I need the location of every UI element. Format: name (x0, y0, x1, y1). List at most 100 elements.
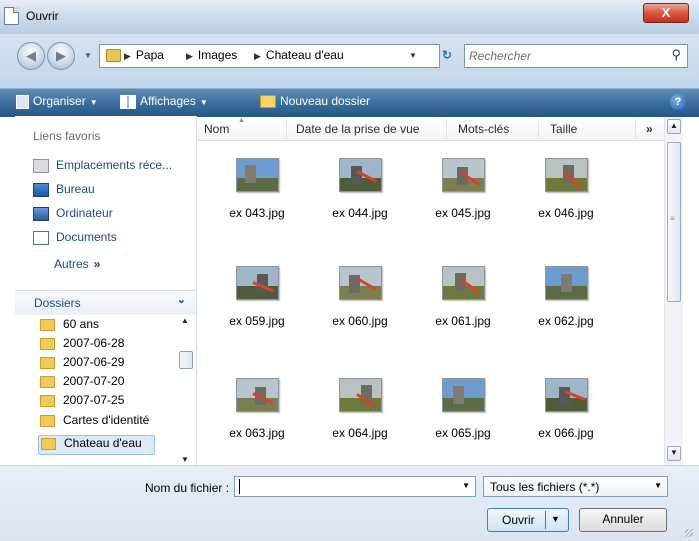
photo-thumbnail-icon (545, 158, 588, 192)
scroll-down-icon[interactable]: ▼ (667, 446, 681, 461)
organiser-button[interactable]: Organiser ▼ (16, 94, 98, 109)
favorite-ordinateur[interactable]: Ordinateur (33, 206, 113, 224)
folder-icon (40, 375, 55, 388)
favorite-bureau[interactable]: Bureau (33, 182, 95, 200)
file-name: ex 059.jpg (229, 314, 285, 328)
views-icon (120, 94, 136, 109)
folder-item[interactable]: 2007-06-29 (40, 355, 124, 373)
scroll-down-icon[interactable]: ▼ (181, 455, 189, 464)
back-button[interactable]: ◀ (17, 42, 45, 70)
folder-item[interactable]: Cartes d'identité (40, 413, 149, 431)
window-title: Ouvrir (26, 9, 59, 23)
column-mots-cles[interactable]: Mots-clés (458, 122, 509, 136)
folder-tree-scrollbar[interactable]: ▲ ▼ (178, 315, 193, 465)
chevron-down-icon[interactable]: ⌄ (177, 293, 186, 306)
column-taille[interactable]: Taille (550, 122, 577, 136)
file-name: ex 060.jpg (332, 314, 388, 328)
favorite-documents[interactable]: Documents (33, 230, 117, 248)
scroll-thumb[interactable] (179, 351, 193, 369)
folders-header[interactable]: Dossiers ⌄ (15, 290, 196, 315)
scroll-up-icon[interactable]: ▲ (181, 316, 189, 325)
file-name: ex 046.jpg (538, 206, 594, 220)
file-name: ex 062.jpg (538, 314, 594, 328)
photo-thumbnail-icon (339, 378, 382, 412)
refresh-icon[interactable]: ↻ (436, 45, 458, 66)
search-placeholder: Rechercher (469, 49, 532, 63)
file-tile[interactable]: ex 059.jpg (212, 266, 302, 352)
forward-button[interactable]: ▶ (47, 42, 75, 70)
file-name: ex 063.jpg (229, 426, 285, 440)
file-name: ex 061.jpg (435, 314, 491, 328)
breadcrumb-papa[interactable]: ▶ Papa (124, 48, 164, 62)
file-tile[interactable]: ex 061.jpg (418, 266, 508, 352)
file-name: ex 066.jpg (538, 426, 594, 440)
breadcrumb-chateau-deau[interactable]: ▶ Chateau d'eau (254, 48, 344, 62)
documents-icon (33, 230, 49, 245)
address-bar[interactable]: ▶ Papa ▶ Images ▶ Chateau d'eau ▼ (99, 44, 440, 68)
folder-icon (40, 318, 55, 331)
folders-header-label: Dossiers (34, 296, 81, 310)
file-name: ex 044.jpg (332, 206, 388, 220)
file-tile[interactable]: ex 063.jpg (212, 378, 302, 464)
more-columns-icon[interactable]: » (646, 122, 653, 136)
column-nom[interactable]: Nom (204, 122, 229, 136)
folder-icon (40, 337, 55, 350)
desktop-icon (33, 182, 49, 197)
file-tile[interactable]: ex 060.jpg (315, 266, 405, 352)
file-name: ex 045.jpg (435, 206, 491, 220)
more-chevron-icon: » (93, 257, 101, 271)
close-button[interactable]: X (643, 3, 689, 23)
folder-item[interactable]: 2007-06-28 (40, 336, 124, 354)
folder-item-selected[interactable]: Chateau d'eau (38, 435, 155, 455)
help-icon[interactable]: ? (670, 94, 686, 110)
folder-icon (40, 414, 55, 427)
resize-grip-icon[interactable] (685, 529, 693, 537)
file-tile[interactable]: ex 046.jpg (521, 158, 611, 244)
photo-thumbnail-icon (236, 266, 279, 300)
scroll-up-icon[interactable]: ▲ (667, 119, 681, 134)
file-type-select[interactable]: Tous les fichiers (*.*) ▼ (483, 476, 668, 497)
filename-input[interactable]: ▼ (234, 476, 476, 497)
address-dropdown-icon[interactable]: ▼ (409, 51, 417, 60)
file-tile[interactable]: ex 043.jpg (212, 158, 302, 244)
computer-icon (33, 206, 49, 221)
document-icon (4, 7, 19, 25)
file-list-scrollbar[interactable]: ▲ ≡ ▼ (664, 117, 683, 465)
nouveau-dossier-button[interactable]: Nouveau dossier (260, 94, 370, 109)
folder-icon (106, 49, 121, 62)
affichages-button[interactable]: Affichages ▼ (120, 94, 208, 109)
file-tile[interactable]: ex 065.jpg (418, 378, 508, 464)
folder-item[interactable]: 2007-07-25 (40, 393, 124, 411)
photo-thumbnail-icon (236, 158, 279, 192)
footer-panel: Nom du fichier : ▼ Tous les fichiers (*.… (0, 465, 699, 541)
cancel-button[interactable]: Annuler (579, 508, 667, 532)
file-tile[interactable]: ex 045.jpg (418, 158, 508, 244)
navigation-pane: Liens favoris Emplacements réce... Burea… (15, 116, 197, 465)
address-row: ◀ ▶ ▼ ▶ Papa ▶ Images ▶ Chateau d'eau ▼ ↻ R… (0, 34, 699, 88)
organize-icon (16, 94, 29, 109)
folder-icon (41, 437, 56, 450)
folder-item[interactable]: 2007-07-20 (40, 374, 124, 392)
favorite-recent-places[interactable]: Emplacements réce... (33, 158, 172, 176)
photo-thumbnail-icon (442, 378, 485, 412)
open-options-dropdown-icon[interactable]: ▼ (551, 514, 560, 524)
filename-dropdown-icon[interactable]: ▼ (462, 481, 470, 490)
scroll-grip-icon: ≡ (670, 214, 675, 223)
photo-thumbnail-icon (545, 378, 588, 412)
file-tile[interactable]: ex 062.jpg (521, 266, 611, 352)
file-name: ex 064.jpg (332, 426, 388, 440)
photo-thumbnail-icon (442, 158, 485, 192)
search-input[interactable]: Rechercher ⚲ (464, 44, 688, 68)
folder-item[interactable]: 60 ans (40, 317, 99, 335)
chevron-down-icon[interactable]: ▼ (654, 481, 662, 490)
file-tile[interactable]: ex 044.jpg (315, 158, 405, 244)
open-button[interactable]: Ouvrir ▼ (487, 508, 569, 532)
history-dropdown-icon[interactable]: ▼ (84, 51, 92, 60)
file-tile[interactable]: ex 064.jpg (315, 378, 405, 464)
autres-link[interactable]: Autres» (54, 257, 100, 271)
search-icon[interactable]: ⚲ (671, 47, 681, 63)
photo-thumbnail-icon (339, 158, 382, 192)
breadcrumb-images[interactable]: ▶ Images (186, 48, 237, 62)
file-tile[interactable]: ex 066.jpg (521, 378, 611, 464)
column-date[interactable]: Date de la prise de vue (296, 122, 419, 136)
